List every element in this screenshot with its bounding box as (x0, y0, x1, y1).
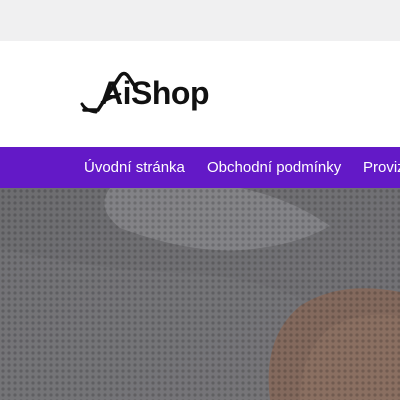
top-bar (0, 0, 400, 41)
logo-text[interactable]: AiShop (100, 77, 209, 109)
nav-item-commission[interactable]: Provize (363, 147, 400, 188)
page: AiShop Úvodní stránka Obchodní podmínky … (0, 0, 400, 400)
hero-image (0, 188, 400, 400)
nav-item-terms[interactable]: Obchodní podmínky (207, 147, 341, 188)
site-header: AiShop (0, 41, 400, 147)
nav-item-home[interactable]: Úvodní stránka (84, 147, 185, 188)
main-navigation: Úvodní stránka Obchodní podmínky Provize (0, 147, 400, 188)
hero-photo (0, 188, 400, 400)
